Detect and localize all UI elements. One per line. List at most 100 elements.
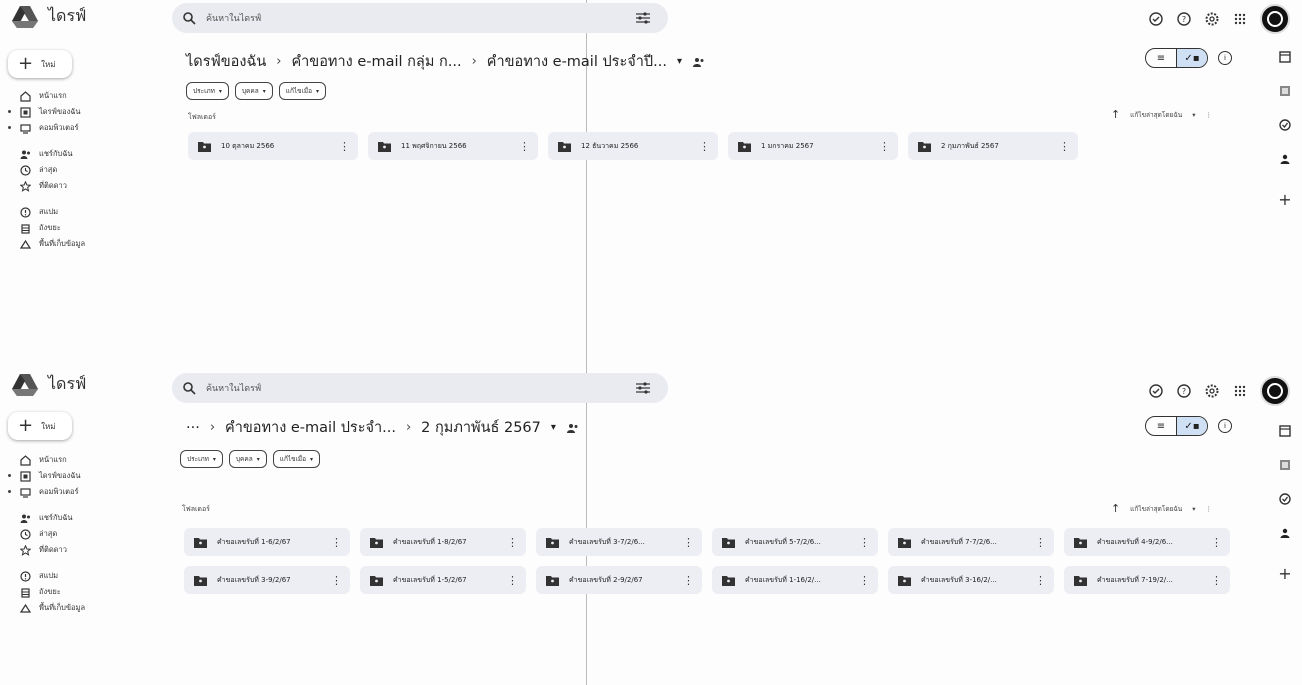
filter-people-chip[interactable]: บุคคล ▾ xyxy=(228,450,267,468)
grid-view-icon[interactable]: ✓▪ xyxy=(1176,49,1207,67)
sort-direction-icon[interactable]: ↑ xyxy=(1111,108,1120,121)
sidebar-item-trash[interactable]: ถังขยะ xyxy=(8,584,148,600)
more-options-icon[interactable]: ⋮ xyxy=(1206,111,1213,119)
new-button[interactable]: + ใหม่ xyxy=(8,50,72,78)
tasks-icon[interactable] xyxy=(1278,118,1292,132)
help-icon[interactable]: ? xyxy=(1176,11,1192,27)
folder-item[interactable]: คำขอเลขรับที่ 3-9/2/67 ⋮ xyxy=(184,566,350,594)
more-options-icon[interactable]: ⋮ xyxy=(331,536,342,549)
sidebar-item-computers[interactable]: คอมพิวเตอร์ xyxy=(8,484,148,500)
folder-item[interactable]: คำขอเลขรับที่ 1-5/2/67 ⋮ xyxy=(360,566,526,594)
expand-caret-icon[interactable] xyxy=(8,490,11,493)
expand-caret-icon[interactable] xyxy=(8,126,11,129)
sidebar-item-storage[interactable]: พื้นที่เก็บข้อมูล xyxy=(8,236,148,252)
sidebar-item-trash[interactable]: ถังขยะ xyxy=(8,220,148,236)
folder-item[interactable]: 2 กุมภาพันธ์ 2567 ⋮ xyxy=(908,132,1078,160)
more-options-icon[interactable]: ⋮ xyxy=(1206,505,1213,513)
offline-status-icon[interactable] xyxy=(1148,11,1164,27)
grid-view-icon[interactable]: ✓▪ xyxy=(1176,417,1207,435)
expand-caret-icon[interactable] xyxy=(8,110,11,113)
sidebar-item-recent[interactable]: ล่าสุด xyxy=(8,526,148,542)
breadcrumb-current[interactable]: 2 กุมภาพันธ์ 2567 xyxy=(421,416,541,439)
list-view-icon[interactable]: ≡ xyxy=(1146,417,1176,435)
more-options-icon[interactable]: ⋮ xyxy=(859,574,870,587)
sidebar-item-storage[interactable]: พื้นที่เก็บข้อมูล xyxy=(8,600,148,616)
more-options-icon[interactable]: ⋮ xyxy=(507,536,518,549)
more-options-icon[interactable]: ⋮ xyxy=(683,574,694,587)
search-options-icon[interactable] xyxy=(636,12,650,24)
contacts-icon[interactable] xyxy=(1278,152,1292,166)
sort-direction-icon[interactable]: ↑ xyxy=(1111,502,1120,515)
sidebar-item-spam[interactable]: สแปม xyxy=(8,204,148,220)
breadcrumb-current[interactable]: คำขอทาง e-mail ประจำปี... xyxy=(487,50,667,73)
sidebar-item-recent[interactable]: ล่าสุด xyxy=(8,162,148,178)
dropdown-arrow-icon[interactable]: ▾ xyxy=(1192,111,1195,119)
tasks-icon[interactable] xyxy=(1278,492,1292,506)
view-toggle[interactable]: ≡ ✓▪ xyxy=(1145,416,1208,436)
sidebar-item-my-drive[interactable]: ไดรฟ์ของฉัน xyxy=(8,104,148,120)
folder-item[interactable]: คำขอเลขรับที่ 1-8/2/67 ⋮ xyxy=(360,528,526,556)
add-addon-icon[interactable]: + xyxy=(1278,564,1292,583)
new-button[interactable]: + ใหม่ xyxy=(8,412,72,440)
more-options-icon[interactable]: ⋮ xyxy=(879,140,890,153)
more-options-icon[interactable]: ⋮ xyxy=(1059,140,1070,153)
calendar-icon[interactable] xyxy=(1278,50,1292,64)
folder-item[interactable]: คำขอเลขรับที่ 2-9/2/67 ⋮ xyxy=(536,566,702,594)
breadcrumb-item[interactable]: คำขอทาง e-mail กลุ่ม ก... xyxy=(291,50,461,73)
contacts-icon[interactable] xyxy=(1278,526,1292,540)
more-options-icon[interactable]: ⋮ xyxy=(519,140,530,153)
more-options-icon[interactable]: ⋮ xyxy=(683,536,694,549)
apps-grid-icon[interactable] xyxy=(1232,383,1248,399)
apps-grid-icon[interactable] xyxy=(1232,11,1248,27)
filter-modified-chip[interactable]: แก้ไขเมื่อ ▾ xyxy=(272,450,321,468)
search-options-icon[interactable] xyxy=(636,382,650,394)
folder-item[interactable]: คำขอเลขรับที่ 5-7/2/6... ⋮ xyxy=(712,528,878,556)
sidebar-item-shared[interactable]: แชร์กับฉัน xyxy=(8,510,148,526)
add-addon-icon[interactable]: + xyxy=(1278,190,1292,209)
sort-label[interactable]: แก้ไขล่าสุดโดยฉัน xyxy=(1130,110,1182,120)
keep-icon[interactable] xyxy=(1278,458,1292,472)
account-avatar[interactable] xyxy=(1260,4,1290,34)
search-input[interactable]: ค้นหาในไดรฟ์ xyxy=(206,381,636,395)
folder-item[interactable]: คำขอเลขรับที่ 3-7/2/6... ⋮ xyxy=(536,528,702,556)
more-options-icon[interactable]: ⋮ xyxy=(859,536,870,549)
more-options-icon[interactable]: ⋮ xyxy=(331,574,342,587)
folder-item[interactable]: คำขอเลขรับที่ 7-19/2/... ⋮ xyxy=(1064,566,1230,594)
more-options-icon[interactable]: ⋮ xyxy=(1211,574,1222,587)
settings-icon[interactable] xyxy=(1204,383,1220,399)
sidebar-item-starred[interactable]: ที่ติดดาว xyxy=(8,542,148,558)
dropdown-arrow-icon[interactable]: ▾ xyxy=(677,56,682,67)
sidebar-item-computers[interactable]: คอมพิวเตอร์ xyxy=(8,120,148,136)
sort-label[interactable]: แก้ไขล่าสุดโดยฉัน xyxy=(1130,504,1182,514)
filter-type-chip[interactable]: ประเภท ▾ xyxy=(180,450,223,468)
folder-item[interactable]: 11 พฤศจิกายน 2566 ⋮ xyxy=(368,132,538,160)
more-options-icon[interactable]: ⋮ xyxy=(507,574,518,587)
dropdown-arrow-icon[interactable]: ▾ xyxy=(1192,505,1195,513)
sidebar-item-home[interactable]: หน้าแรก xyxy=(8,452,148,468)
expand-caret-icon[interactable] xyxy=(8,474,11,477)
more-options-icon[interactable]: ⋮ xyxy=(1035,536,1046,549)
folder-item[interactable]: คำขอเลขรับที่ 3-16/2/... ⋮ xyxy=(888,566,1054,594)
search-bar[interactable]: ค้นหาในไดรฟ์ xyxy=(172,3,668,33)
drive-logo[interactable]: ไดรฟ์ xyxy=(12,372,86,397)
folder-item[interactable]: คำขอเลขรับที่ 1-6/2/67 ⋮ xyxy=(184,528,350,556)
search-bar[interactable]: ค้นหาในไดรฟ์ xyxy=(172,373,668,403)
info-icon[interactable]: i xyxy=(1218,419,1232,433)
help-icon[interactable]: ? xyxy=(1176,383,1192,399)
sidebar-item-shared[interactable]: แชร์กับฉัน xyxy=(8,146,148,162)
folder-item[interactable]: 12 ธันวาคม 2566 ⋮ xyxy=(548,132,718,160)
more-options-icon[interactable]: ⋮ xyxy=(1211,536,1222,549)
settings-icon[interactable] xyxy=(1204,11,1220,27)
more-options-icon[interactable]: ⋮ xyxy=(1035,574,1046,587)
folder-item[interactable]: 1 มกราคม 2567 ⋮ xyxy=(728,132,898,160)
offline-status-icon[interactable] xyxy=(1148,383,1164,399)
calendar-icon[interactable] xyxy=(1278,424,1292,438)
account-avatar[interactable] xyxy=(1260,376,1290,406)
view-toggle[interactable]: ≡ ✓▪ xyxy=(1145,48,1208,68)
more-options-icon[interactable]: ⋮ xyxy=(339,140,350,153)
folder-item[interactable]: คำขอเลขรับที่ 1-16/2/... ⋮ xyxy=(712,566,878,594)
sidebar-item-spam[interactable]: สแปม xyxy=(8,568,148,584)
folder-item[interactable]: 10 ตุลาคม 2566 ⋮ xyxy=(188,132,358,160)
sidebar-item-my-drive[interactable]: ไดรฟ์ของฉัน xyxy=(8,468,148,484)
filter-people-chip[interactable]: บุคคล ▾ xyxy=(234,82,273,100)
